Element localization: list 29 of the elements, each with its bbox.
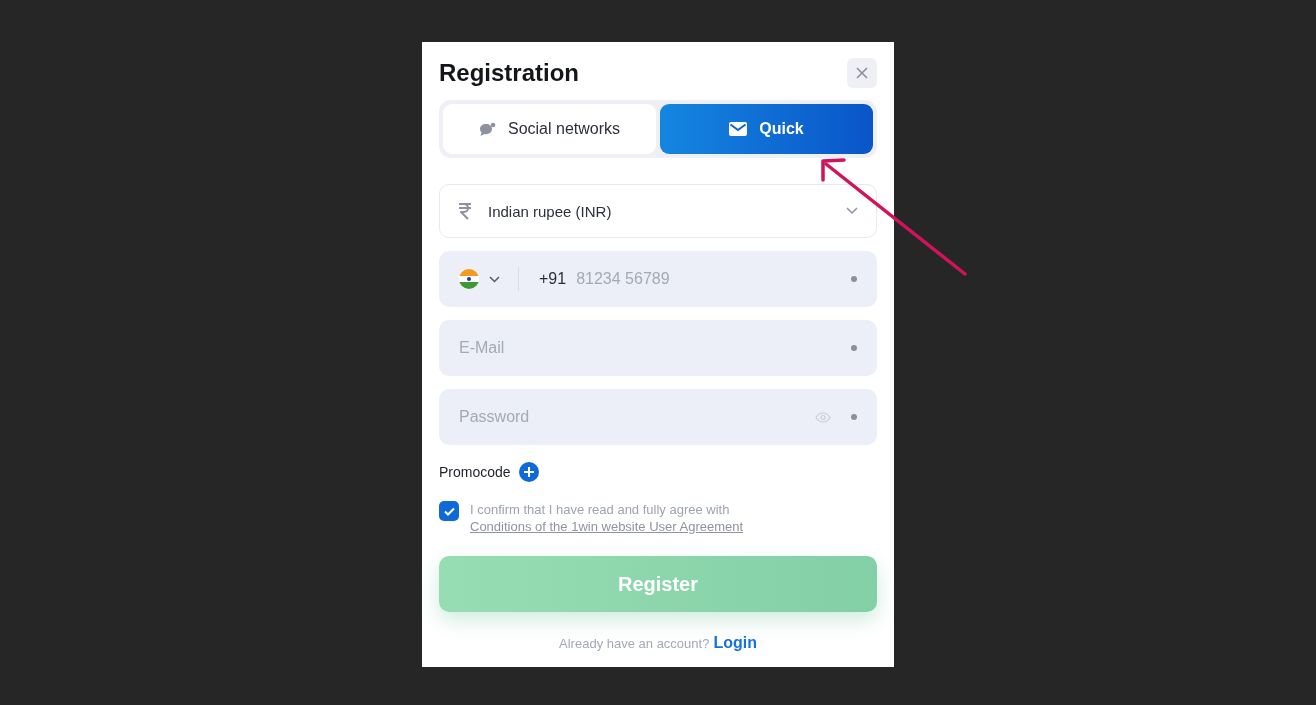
plus-icon	[523, 467, 534, 477]
phone-input[interactable]: 81234 56789	[576, 270, 841, 288]
password-input[interactable]: Password	[459, 408, 805, 426]
phone-field[interactable]: +91 81234 56789	[439, 251, 877, 307]
account-prompt: Already have an account?	[559, 636, 710, 651]
registration-tab[interactable]: Social networks	[443, 104, 656, 154]
agreement-checkbox[interactable]	[439, 501, 459, 521]
country-code: +91	[539, 270, 567, 288]
dialog-title: Registration	[439, 59, 579, 87]
promocode-label: Promocode	[439, 464, 511, 480]
add-promocode-button[interactable]	[518, 462, 539, 482]
email-field[interactable]: E-Mail	[439, 320, 877, 376]
chevron-down-icon	[846, 207, 858, 215]
envelope-icon	[729, 122, 748, 136]
registration-tab[interactable]: Quick	[660, 104, 873, 154]
chevron-down-icon[interactable]	[489, 275, 500, 283]
currency-value: Indian rupee (INR)	[488, 202, 613, 220]
close-button[interactable]	[847, 58, 877, 88]
checkmark-icon	[443, 506, 455, 516]
agreement-text: I confirm that I have read and fully agree with Conditions of the 1win website User Agreement	[470, 501, 745, 535]
rupee-icon	[458, 202, 472, 220]
email-input[interactable]: E-Mail	[459, 339, 841, 357]
india-flag-icon[interactable]	[459, 269, 479, 289]
login-link[interactable]: Login	[713, 634, 757, 652]
user-agreement-link[interactable]: Conditions of the 1win website User Agreement	[470, 519, 744, 534]
chat-bubble-icon	[478, 121, 496, 137]
password-field[interactable]: Password	[439, 389, 877, 445]
close-icon	[856, 67, 868, 79]
currency-select[interactable]: Indian rupee (INR)	[439, 184, 877, 238]
